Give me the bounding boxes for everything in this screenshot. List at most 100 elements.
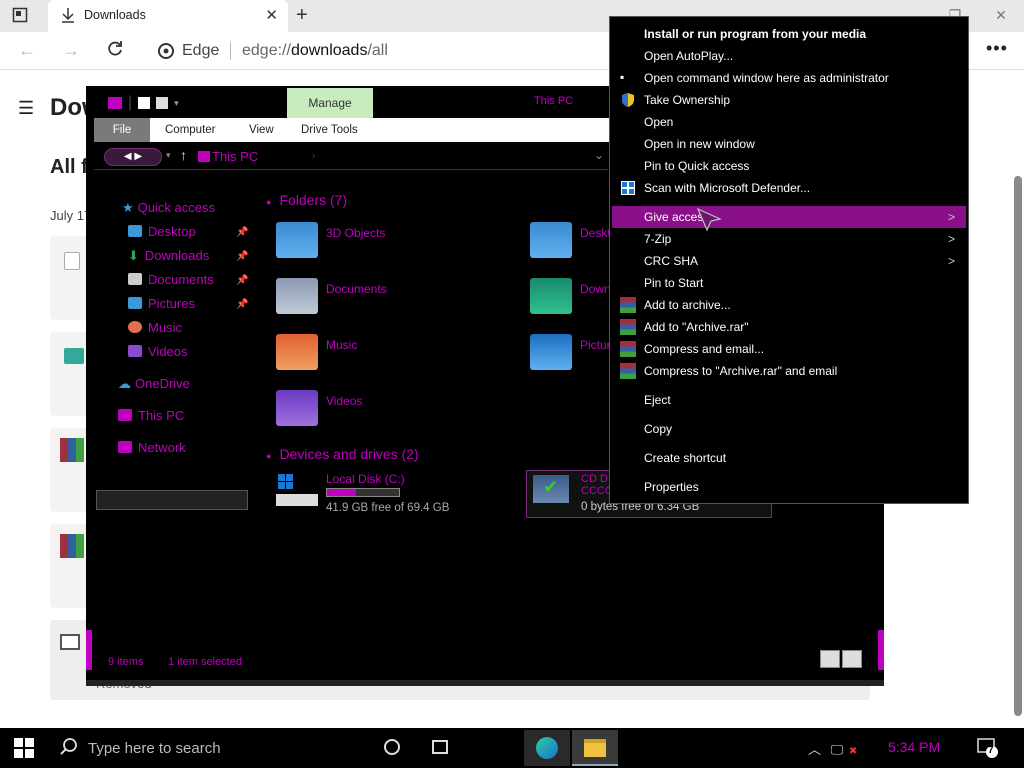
address-bar[interactable]: Edge edge://downloads/all — [148, 36, 608, 66]
up-arrow-icon[interactable]: ↑ — [180, 147, 187, 163]
new-folder-icon[interactable] — [156, 97, 169, 109]
system-tray: ︿ 🖵 ✖ — [808, 739, 857, 758]
url-prefix: edge:// — [242, 42, 291, 59]
menu-item-add-archive-rar[interactable]: Add to "Archive.rar" — [644, 320, 749, 334]
defender-icon — [620, 180, 636, 196]
large-icons-view-button[interactable] — [842, 650, 862, 668]
cmd-icon: ▪ — [620, 70, 625, 84]
close-window-button[interactable]: ✕ — [978, 0, 1024, 32]
network-icon[interactable]: 🖵 — [831, 742, 844, 757]
nav-network[interactable]: Network — [118, 440, 186, 455]
menu-item-properties[interactable]: Properties — [644, 480, 699, 494]
menu-item-give-access[interactable]: Give acces — [644, 210, 703, 224]
devices-section-header[interactable]: ● Devices and drives (2) — [266, 446, 419, 462]
winrar-icon — [620, 341, 636, 357]
menu-item-open[interactable]: Open — [644, 115, 673, 129]
menu-item-compress-email[interactable]: Compress and email... — [644, 342, 764, 356]
menu-item-create-shortcut[interactable]: Create shortcut — [644, 451, 726, 465]
nav-this-pc[interactable]: This PC — [118, 408, 184, 423]
cortana-icon[interactable] — [384, 739, 400, 755]
menu-item-crc-sha[interactable]: CRC SHA — [644, 254, 698, 268]
window-border — [86, 680, 884, 686]
url-main: downloads — [290, 42, 368, 59]
taskbar-edge[interactable] — [524, 730, 570, 766]
properties-icon[interactable] — [138, 97, 151, 109]
taskbar-file-explorer[interactable] — [572, 730, 618, 766]
nav-pictures[interactable]: Pictures — [128, 296, 195, 311]
menu-item-add-archive[interactable]: Add to archive... — [644, 298, 731, 312]
tab-view[interactable]: View — [249, 124, 274, 136]
quick-access-toolbar: | ▾ — [108, 94, 179, 112]
clock[interactable]: 5:34 PM — [888, 739, 940, 755]
desktop-icon — [128, 225, 142, 237]
menu-item-compress-rar-email[interactable]: Compress to "Archive.rar" and email — [644, 364, 837, 378]
network-icon — [118, 441, 132, 453]
drive-label: CD D — [581, 473, 608, 485]
volume-muted-icon[interactable]: ✖ — [849, 746, 857, 757]
tab-drive-tools[interactable]: Drive Tools — [301, 124, 358, 136]
menu-item-open-new-window[interactable]: Open in new window — [644, 137, 755, 151]
forward-button[interactable]: → — [62, 40, 80, 61]
menu-item-7zip[interactable]: 7-Zip — [644, 232, 671, 246]
task-view-icon[interactable] — [432, 740, 448, 754]
collapse-icon: ● — [266, 197, 272, 207]
customize-toolbar-icon[interactable]: ▾ — [174, 98, 179, 109]
tab-computer[interactable]: Computer — [165, 124, 216, 136]
recent-locations-icon[interactable]: ▾ — [166, 150, 171, 161]
menu-icon[interactable]: ☰ — [18, 98, 34, 119]
nav-onedrive[interactable]: ☁ OneDrive — [118, 376, 190, 392]
close-tab-icon[interactable]: ✕ — [265, 6, 278, 24]
nav-quick-access[interactable]: ★ Quick access — [122, 200, 215, 216]
back-forward-buttons[interactable]: ◀ ▶ — [104, 148, 162, 166]
menu-item-install[interactable]: Install or run program from your media — [644, 27, 866, 41]
more-options-button[interactable]: ••• — [986, 38, 1008, 59]
hard-drive-icon — [276, 474, 318, 508]
path-breadcrumb[interactable]: This PC — [212, 149, 258, 164]
pin-icon: 📌 — [236, 275, 249, 286]
notification-center-icon[interactable]: 7 — [976, 736, 998, 763]
chevron-up-icon[interactable]: ︿ — [808, 742, 821, 757]
nav-label: Downloads — [144, 248, 210, 263]
nav-desktop[interactable]: Desktop — [128, 224, 196, 239]
chevron-right-icon: > — [948, 210, 956, 224]
refresh-button[interactable] — [106, 40, 124, 63]
taskbar: Type here to search ︿ 🖵 ✖ 5:34 PM 7 — [0, 728, 1024, 768]
nav-downloads[interactable]: ⬇ Downloads — [128, 248, 209, 264]
folders-section-header[interactable]: ● Folders (7) — [266, 192, 347, 208]
menu-item-take-ownership[interactable]: Take Ownership — [644, 93, 730, 107]
manage-tab[interactable]: Manage — [287, 88, 373, 118]
nav-music[interactable]: Music — [128, 320, 182, 335]
videos-folder-icon — [276, 390, 318, 426]
computer-icon — [118, 409, 132, 421]
drive-usage-fill — [327, 489, 356, 496]
menu-item-command-window[interactable]: Open command window here as administrato… — [644, 71, 889, 85]
windows-start-icon[interactable] — [14, 738, 34, 763]
chevron-right-icon[interactable]: › — [312, 150, 315, 160]
window-file-icon — [60, 634, 80, 650]
menu-item-eject[interactable]: Eject — [644, 393, 671, 407]
menu-item-copy[interactable]: Copy — [644, 422, 672, 436]
menu-item-scan-defender[interactable]: Scan with Microsoft Defender... — [644, 181, 810, 195]
this-pc-icon — [198, 151, 210, 162]
menu-item-pin-quick-access[interactable]: Pin to Quick access — [644, 159, 749, 173]
taskbar-search[interactable]: Type here to search — [48, 728, 366, 768]
chevron-down-icon[interactable]: ⌄ — [594, 148, 604, 162]
tab-file[interactable]: File — [94, 118, 150, 142]
tab-actions-icon[interactable] — [12, 7, 28, 28]
mouse-cursor-icon — [696, 207, 722, 238]
menu-item-pin-start[interactable]: Pin to Start — [644, 276, 703, 290]
tab-downloads[interactable]: Downloads ✕ — [48, 0, 288, 32]
back-button[interactable]: ← — [18, 40, 36, 61]
nav-videos[interactable]: Videos — [128, 344, 188, 359]
music-icon — [128, 321, 142, 333]
3d-objects-folder-icon — [276, 222, 318, 258]
scrollbar[interactable] — [1014, 176, 1022, 716]
winrar-icon — [620, 319, 636, 335]
nav-documents[interactable]: Documents — [128, 272, 214, 287]
address-separator — [230, 42, 231, 60]
new-tab-button[interactable]: + — [296, 4, 308, 27]
details-view-button[interactable] — [820, 650, 840, 668]
menu-item-autoplay[interactable]: Open AutoPlay... — [644, 49, 733, 63]
section-label: Folders (7) — [279, 192, 348, 208]
checkmark-icon: ✔ — [543, 477, 559, 497]
